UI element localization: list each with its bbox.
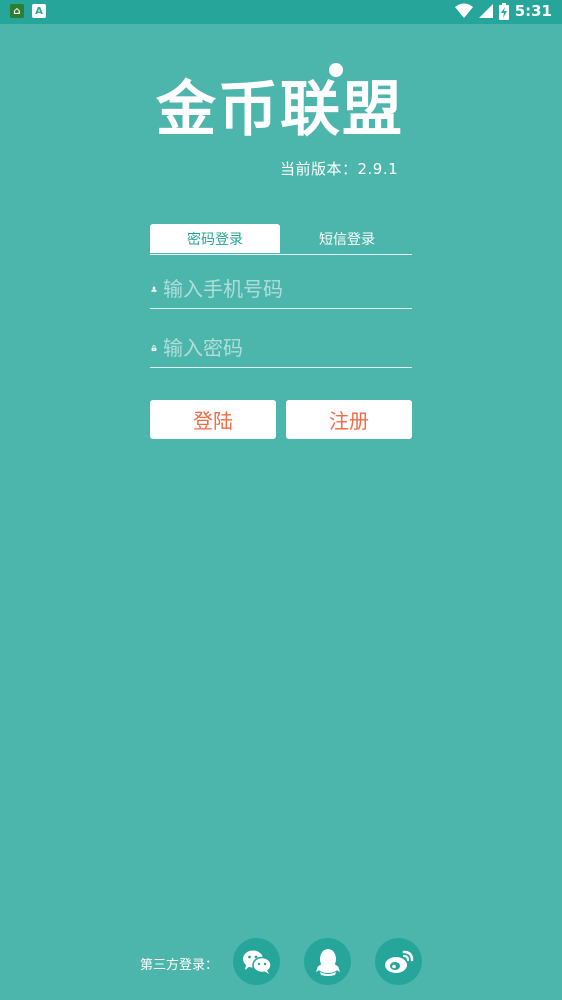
third-party-login: 第三方登录： (0, 938, 562, 986)
register-button[interactable]: 注册 (286, 400, 412, 439)
tab-sms-login[interactable]: 短信登录 (282, 224, 412, 253)
status-bar-right: 5:31 (454, 2, 552, 20)
third-party-label: 第三方登录： (140, 958, 219, 973)
keyboard-a-icon: A (32, 4, 46, 18)
app-logo-text: 金币联盟 (156, 75, 404, 145)
version-label: 当前版本：2.9.1 (280, 160, 399, 178)
wechat-icon (242, 950, 272, 974)
app-home-icon: ⌂ (10, 4, 24, 18)
login-tabs: 密码登录 短信登录 (150, 224, 412, 255)
password-field (150, 329, 412, 368)
logo-dot (329, 63, 343, 77)
qq-icon (315, 948, 340, 976)
status-bar-left: ⌂ A (10, 4, 46, 18)
tab-password-login[interactable]: 密码登录 (150, 224, 280, 253)
wifi-icon (454, 3, 473, 18)
weibo-icon (384, 950, 413, 973)
qq-login-button[interactable] (304, 938, 351, 985)
password-input[interactable] (163, 330, 412, 366)
status-time: 5:31 (514, 2, 552, 20)
phone-input[interactable] (163, 271, 412, 307)
signal-icon (478, 4, 493, 18)
login-button[interactable]: 登陆 (150, 400, 276, 439)
phone-field (150, 270, 412, 309)
status-bar: ⌂ A 5:31 (0, 0, 562, 24)
weibo-login-button[interactable] (375, 938, 422, 985)
wechat-login-button[interactable] (233, 938, 280, 985)
battery-icon (498, 2, 509, 20)
app-logo: 金币联盟 (156, 63, 404, 145)
lock-icon (151, 345, 157, 351)
user-icon (151, 286, 157, 292)
